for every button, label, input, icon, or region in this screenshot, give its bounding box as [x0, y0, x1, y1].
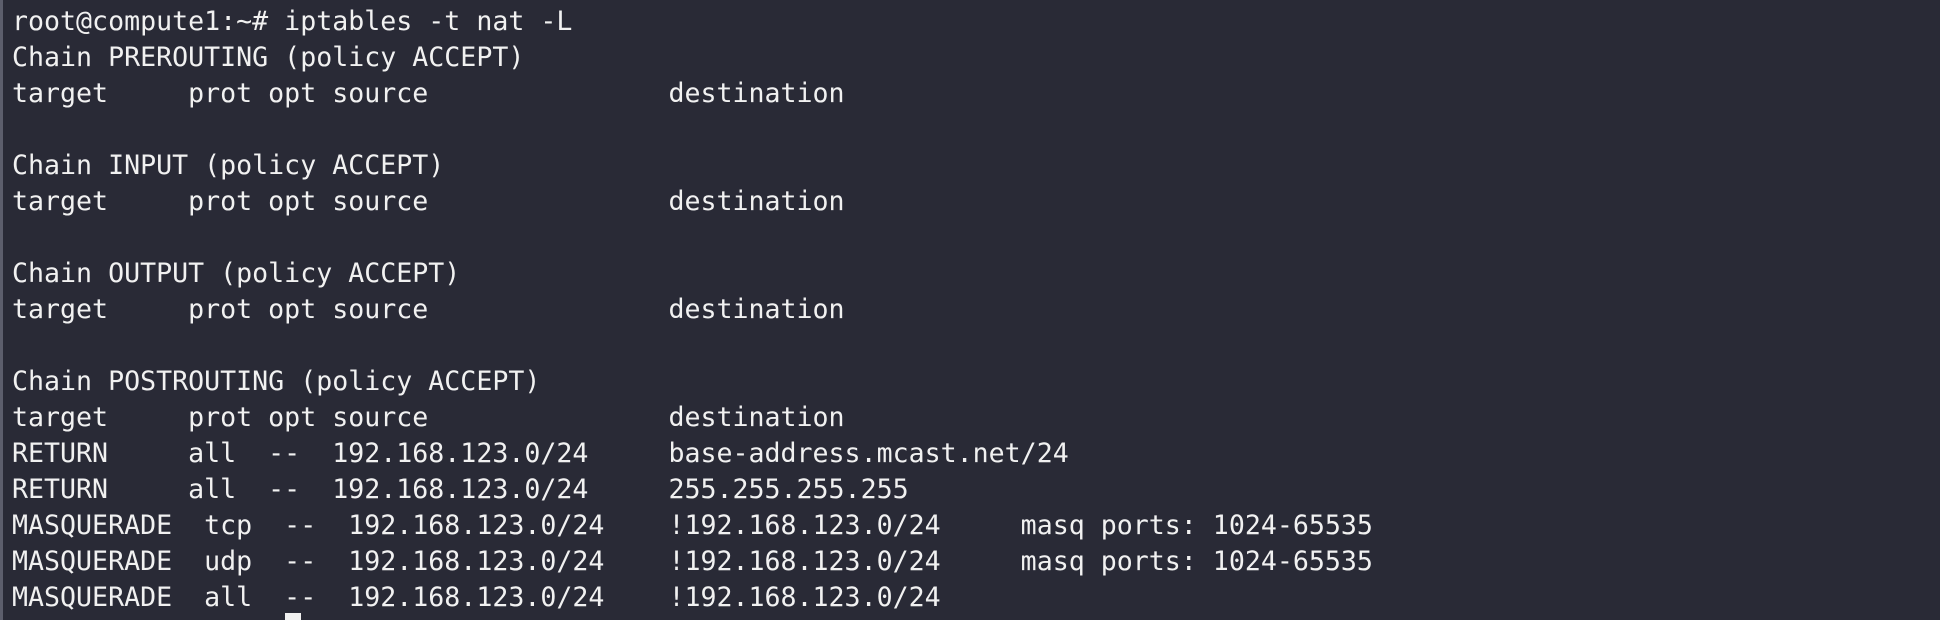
- chain-input-header: Chain INPUT (policy ACCEPT): [12, 150, 445, 181]
- rule-row: RETURN all -- 192.168.123.0/24 255.255.2…: [12, 474, 909, 505]
- chain-prerouting-header: Chain PREROUTING (policy ACCEPT): [12, 42, 525, 73]
- terminal-window[interactable]: root@compute1:~# iptables -t nat -L Chai…: [0, 0, 1940, 620]
- text-cursor: [285, 613, 301, 620]
- chain-postrouting-header: Chain POSTROUTING (policy ACCEPT): [12, 366, 541, 397]
- output-column-headers: target prot opt source destination: [12, 294, 845, 325]
- prerouting-column-headers: target prot opt source destination: [12, 78, 845, 109]
- command-prompt-line: root@compute1:~# iptables -t nat -L: [12, 6, 573, 37]
- rule-row: MASQUERADE udp -- 192.168.123.0/24 !192.…: [12, 546, 1373, 577]
- rule-row: MASQUERADE all -- 192.168.123.0/24 !192.…: [12, 582, 941, 613]
- rule-row: MASQUERADE tcp -- 192.168.123.0/24 !192.…: [12, 510, 1373, 541]
- rule-row: RETURN all -- 192.168.123.0/24 base-addr…: [12, 438, 1069, 469]
- chain-output-header: Chain OUTPUT (policy ACCEPT): [12, 258, 461, 289]
- input-column-headers: target prot opt source destination: [12, 186, 845, 217]
- postrouting-column-headers: target prot opt source destination: [12, 402, 845, 433]
